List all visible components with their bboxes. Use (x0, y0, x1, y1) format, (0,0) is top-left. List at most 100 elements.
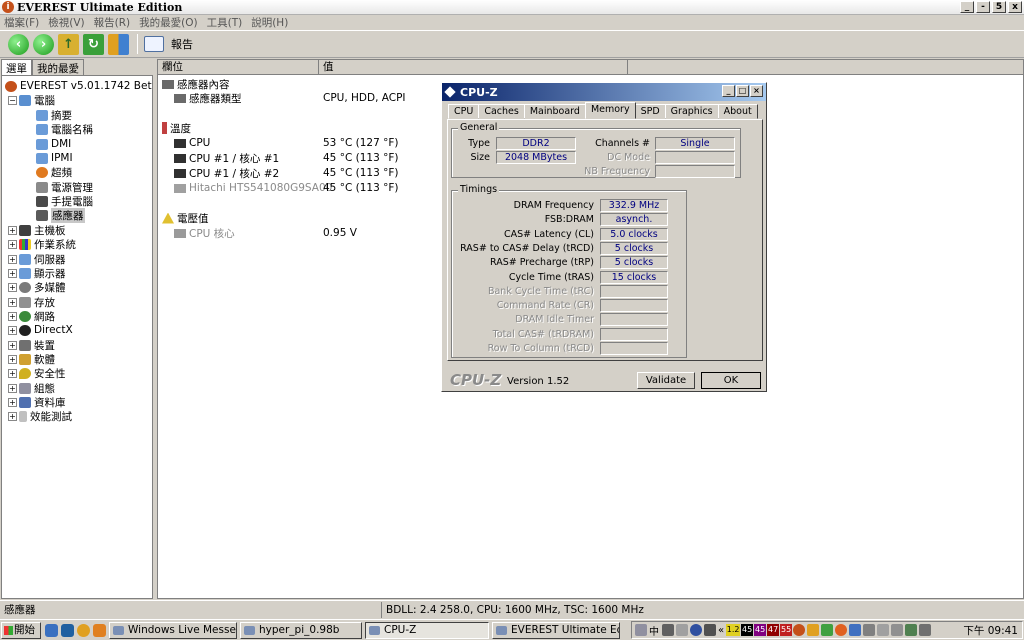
tray-misc3-icon[interactable] (891, 624, 904, 636)
restore-button[interactable]: 5 (992, 1, 1006, 13)
tree-item-config[interactable]: + 組態 (8, 381, 55, 395)
minimize-button[interactable]: - (976, 1, 990, 13)
tray-misc-icon[interactable] (863, 624, 876, 636)
messenger-icon[interactable] (77, 623, 90, 637)
back-icon[interactable]: ‹ (8, 33, 29, 55)
tree-root[interactable]: EVEREST v5.01.1742 Beta (5, 79, 152, 93)
outlook-icon[interactable] (61, 623, 74, 637)
tree-item-storage[interactable]: + 存放 (8, 295, 55, 309)
section-temperature[interactable]: 溫度 (162, 121, 191, 135)
expand-icon[interactable]: + (8, 411, 17, 421)
task-everest[interactable]: EVEREST Ultimate Edition (492, 621, 620, 639)
expand-icon[interactable]: + (8, 254, 17, 264)
expand-icon[interactable]: + (8, 225, 17, 235)
tray-keyboard-icon[interactable] (635, 624, 647, 636)
start-button[interactable]: 開始 (1, 621, 41, 639)
tree-item-laptop[interactable]: 手提電腦 (36, 194, 93, 208)
row-temp-core2[interactable]: CPU #1 / 核心 #2 (174, 166, 279, 180)
tray-everest-icon[interactable] (793, 624, 806, 636)
menu-help[interactable]: 說明(H) (251, 15, 288, 30)
cpuz-close-icon[interactable]: × (750, 85, 763, 97)
column-header-value[interactable]: 值 (319, 60, 628, 75)
row-sensor-type[interactable]: 感應器類型 (174, 91, 242, 105)
tree-item-ipmi[interactable]: IPMI (36, 151, 73, 165)
task-messenger[interactable]: Windows Live Messenger (109, 621, 237, 639)
forward-icon[interactable]: › (33, 33, 54, 55)
tab-graphics[interactable]: Graphics (664, 104, 719, 119)
report-button-label[interactable]: 報告 (171, 36, 193, 52)
menu-report[interactable]: 報告(R) (94, 15, 131, 30)
tray-help-icon[interactable] (690, 624, 702, 636)
tray-sensor-temp2[interactable]: 45 (754, 624, 767, 636)
up-arrow-icon[interactable]: ↑ (58, 33, 79, 55)
tree-item-summary[interactable]: 摘要 (36, 108, 72, 122)
tray-clock[interactable]: 下午 09:41 (963, 623, 1018, 638)
media-player-icon[interactable] (93, 623, 106, 637)
section-voltage[interactable]: 電壓值 (162, 211, 209, 225)
row-temp-hdd[interactable]: Hitachi HTS541080G9SA00 (174, 181, 332, 195)
menu-favorites[interactable]: 我的最愛(O) (139, 15, 197, 30)
tab-mainboard[interactable]: Mainboard (523, 104, 586, 119)
expand-icon[interactable]: + (8, 397, 17, 407)
tray-sensor-temp4[interactable]: 55 (780, 624, 793, 636)
tree-item-dmi[interactable]: DMI (36, 137, 71, 151)
tree-item-os[interactable]: + 作業系統 (8, 237, 76, 251)
tray-skype-icon[interactable] (849, 624, 862, 636)
tree-item-power[interactable]: 電源管理 (36, 180, 93, 194)
help-window-button[interactable]: _ (960, 1, 974, 13)
tree-item-database[interactable]: + 資料庫 (8, 395, 66, 409)
tab-about[interactable]: About (717, 104, 758, 119)
tree-item-directx[interactable]: + DirectX (8, 323, 73, 337)
expand-icon[interactable]: + (8, 297, 17, 307)
refresh-icon[interactable]: ↻ (83, 33, 104, 55)
tree-item-benchmark[interactable]: + 效能測試 (8, 409, 72, 423)
tree-item-network[interactable]: + 網路 (8, 309, 55, 323)
tray-network-icon[interactable] (821, 624, 834, 636)
expand-icon[interactable]: + (8, 311, 17, 321)
column-header-field[interactable]: 欄位 (158, 60, 319, 75)
tree-item-computer-name[interactable]: 電腦名稱 (36, 122, 93, 136)
tree-item-overclock[interactable]: 超頻 (36, 165, 72, 179)
expand-icon[interactable]: + (8, 325, 17, 335)
users-icon[interactable] (108, 33, 129, 55)
tab-menu[interactable]: 選單 (1, 59, 32, 75)
tree-item-motherboard[interactable]: + 主機板 (8, 223, 66, 237)
tray-battery-icon[interactable] (905, 624, 918, 636)
task-cpuz[interactable]: CPU-Z (365, 621, 489, 639)
expand-icon[interactable]: + (8, 340, 17, 350)
tray-firefox-icon[interactable] (835, 624, 848, 636)
tray-sensor-temp3[interactable]: 47 (767, 624, 780, 636)
tree-item-devices[interactable]: + 裝置 (8, 338, 55, 352)
expand-icon[interactable]: + (8, 368, 17, 378)
tray-misc4-icon[interactable] (919, 624, 932, 636)
tree-item-computer[interactable]: − 電腦 (8, 93, 55, 107)
collapse-icon[interactable]: − (8, 95, 17, 105)
tray-misc2-icon[interactable] (877, 624, 890, 636)
tab-caches[interactable]: Caches (478, 104, 525, 119)
tray-app-icon[interactable] (807, 624, 820, 636)
cpuz-titlebar[interactable]: CPU-Z (442, 83, 766, 101)
cpuz-minimize-icon[interactable]: _ (722, 85, 735, 97)
expand-icon[interactable]: + (8, 282, 17, 292)
tray-sensor-temp1[interactable]: 45 (741, 624, 754, 636)
tray-volume-icon[interactable] (704, 624, 716, 636)
tree-item-display[interactable]: + 顯示器 (8, 266, 66, 280)
row-temp-core1[interactable]: CPU #1 / 核心 #1 (174, 151, 279, 165)
validate-button[interactable]: Validate (637, 372, 695, 389)
tab-cpu[interactable]: CPU (448, 104, 480, 119)
tab-favorites[interactable]: 我的最愛 (32, 59, 84, 75)
menu-tools[interactable]: 工具(T) (207, 15, 243, 30)
tree-item-multimedia[interactable]: + 多媒體 (8, 280, 66, 294)
expand-icon[interactable]: + (8, 383, 17, 393)
tray-lang[interactable]: 中 (649, 623, 659, 638)
row-temp-cpu[interactable]: CPU (174, 136, 210, 150)
ok-button[interactable]: OK (701, 372, 761, 389)
tray-sensor-volt[interactable]: 1.2 (726, 624, 741, 636)
menu-view[interactable]: 檢視(V) (48, 15, 84, 30)
ie-icon[interactable] (45, 623, 58, 637)
section-sensor-props[interactable]: 感應器內容 (162, 77, 230, 91)
tree-item-sensor[interactable]: 感應器 (36, 207, 85, 223)
menu-file[interactable]: 檔案(F) (4, 15, 39, 30)
task-hyperpi[interactable]: hyper_pi_0.98b (240, 621, 362, 639)
tree-item-server[interactable]: + 伺服器 (8, 252, 66, 266)
